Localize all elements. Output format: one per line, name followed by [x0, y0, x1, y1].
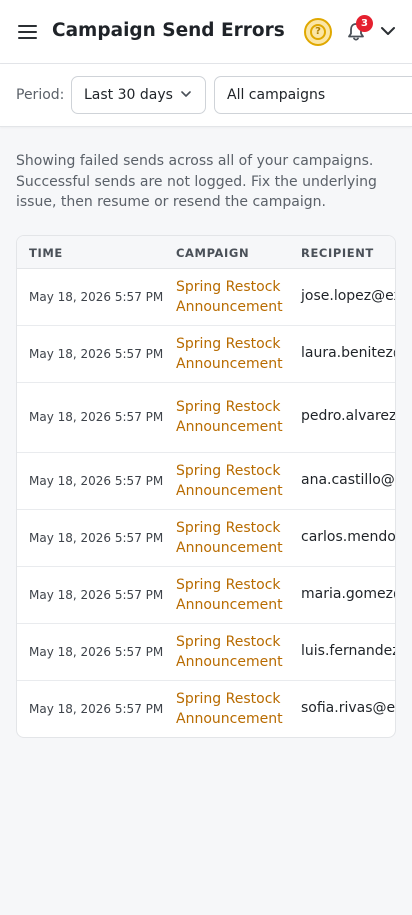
filter-bar: Period: Last 30 days All campaigns — [0, 64, 412, 127]
period-select[interactable]: Last 30 days — [71, 76, 206, 114]
cell-campaign-link[interactable]: Spring Restock Announcement — [176, 461, 291, 501]
cell-campaign-link[interactable]: Spring Restock Announcement — [176, 632, 291, 672]
table-row[interactable]: May 18, 2026 5:57 PM Spring Restock Annou… — [17, 510, 395, 567]
question-circle-icon: ? — [310, 24, 326, 40]
column-header-recipient[interactable]: RECIPIENT — [301, 246, 374, 260]
page-title: Campaign Send Errors — [52, 20, 285, 41]
cell-time: May 18, 2026 5:57 PM — [29, 587, 164, 602]
cell-recipient: pedro.alvarez@ — [301, 408, 396, 424]
cell-recipient: carlos.mendoz — [301, 528, 396, 545]
period-select-value: Last 30 days — [84, 87, 173, 103]
errors-table: TIME CAMPAIGN RECIPIENT May 18, 2026 5:5… — [16, 235, 396, 738]
table-row[interactable]: May 18, 2026 5:57 PM Spring Restock Annou… — [17, 326, 395, 383]
campaign-select-value: All campaigns — [227, 87, 326, 103]
cell-recipient: sofia.rivas@ex — [301, 699, 396, 716]
help-button[interactable]: ? — [304, 18, 332, 46]
cell-time: May 18, 2026 5:57 PM — [29, 346, 164, 361]
cell-recipient: laura.benitez@ — [301, 344, 395, 361]
intro-description: Showing failed sends across all of your … — [16, 153, 377, 210]
cell-time: May 18, 2026 5:57 PM — [29, 530, 164, 545]
cell-recipient: luis.fernandez — [301, 642, 396, 659]
cell-recipient: jose.lopez@ex — [301, 287, 396, 304]
table-row[interactable]: May 18, 2026 5:57 PM Spring Restock Annou… — [17, 269, 395, 326]
top-app-bar: Campaign Send Errors ? 3 — [0, 0, 412, 64]
cell-time: May 18, 2026 5:57 PM — [29, 701, 164, 716]
cell-campaign-link[interactable]: Spring Restock Announcement — [176, 575, 291, 615]
cell-campaign-link[interactable]: Spring Restock Announcement — [176, 518, 291, 558]
chevron-down-icon — [181, 91, 191, 97]
table-row[interactable]: May 18, 2026 5:57 PM Spring Restock Annou… — [17, 681, 396, 737]
table-row[interactable]: May 18, 2026 5:57 PM Spring Restock Annou… — [17, 453, 395, 510]
table-header: TIME CAMPAIGN RECIPIENT — [17, 236, 395, 269]
cell-time: May 18, 2026 5:57 PM — [29, 473, 164, 488]
cell-time: May 18, 2026 5:57 PM — [29, 289, 164, 304]
cell-time: May 18, 2026 5:57 PM — [29, 644, 164, 659]
cell-recipient: maria.gomez@ — [301, 585, 395, 602]
notification-count-badge: 3 — [356, 15, 373, 32]
campaign-select[interactable]: All campaigns — [214, 76, 412, 114]
table-row[interactable]: May 18, 2026 5:57 PM Spring Restock Annou… — [17, 383, 395, 453]
column-header-time[interactable]: TIME — [29, 246, 63, 260]
cell-campaign-link[interactable]: Spring Restock Announcement — [176, 397, 291, 437]
cell-recipient: ana.castillo@ex — [301, 471, 395, 488]
cell-campaign-link[interactable]: Spring Restock Announcement — [176, 277, 291, 317]
cell-campaign-link[interactable]: Spring Restock Announcement — [176, 689, 291, 729]
cell-time: May 18, 2026 5:57 PM — [29, 410, 164, 424]
chevron-down-icon[interactable] — [380, 25, 396, 37]
table-row[interactable]: May 18, 2026 5:57 PM Spring Restock Annou… — [17, 567, 395, 624]
hamburger-menu-icon[interactable] — [18, 23, 38, 41]
cell-campaign-link[interactable]: Spring Restock Announcement — [176, 334, 291, 374]
table-row[interactable]: May 18, 2026 5:57 PM Spring Restock Annou… — [17, 624, 395, 681]
period-label: Period: — [16, 87, 65, 103]
column-header-campaign[interactable]: CAMPAIGN — [176, 246, 249, 260]
